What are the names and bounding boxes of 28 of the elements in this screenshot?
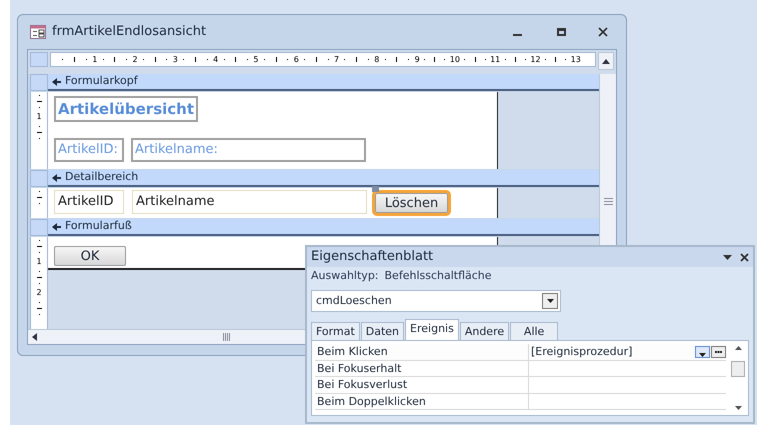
property-name: Bei Fokusverlust xyxy=(315,377,529,392)
ruler-number: 12 xyxy=(530,56,541,64)
selection-type-label: Auswahltyp: xyxy=(311,268,379,284)
ruler-number: 8 xyxy=(374,56,380,64)
ruler-number: 3 xyxy=(172,56,178,64)
ruler-number: 6 xyxy=(294,56,299,64)
ruler-number: 1 xyxy=(92,56,98,64)
ruler-number: 2 xyxy=(132,56,138,64)
selection-type-value: Befehlsschaltfläche xyxy=(384,268,492,284)
property-name: Bei Fokuserhalt xyxy=(315,360,529,376)
ruler-number: 7 xyxy=(334,56,340,64)
ruler-number: 13 xyxy=(570,56,581,64)
section-title: Formularkopf xyxy=(65,73,138,90)
ruler-number: 10 xyxy=(450,56,460,64)
ruler-number: 11 xyxy=(490,56,500,64)
panel-title: Eigenschaftenblatt xyxy=(311,248,434,266)
property-name: Beim Doppelklicken xyxy=(315,394,529,409)
ruler-number: 4 xyxy=(213,56,218,64)
property-name: Beim Klicken xyxy=(315,344,529,360)
ruler-number: 1 xyxy=(36,113,42,121)
ruler-number: 5 xyxy=(253,56,258,64)
ruler-number: 9 xyxy=(414,56,420,64)
ruler-number: 2 xyxy=(36,289,42,297)
ruler-number: 1 xyxy=(36,258,42,266)
section-title: Formularfuß xyxy=(65,218,132,234)
section-title: Detailbereich xyxy=(65,169,138,186)
property-value: [Ereignisprozedur] xyxy=(531,344,634,360)
window-title: frmArtikelEndlosansicht xyxy=(52,23,206,42)
